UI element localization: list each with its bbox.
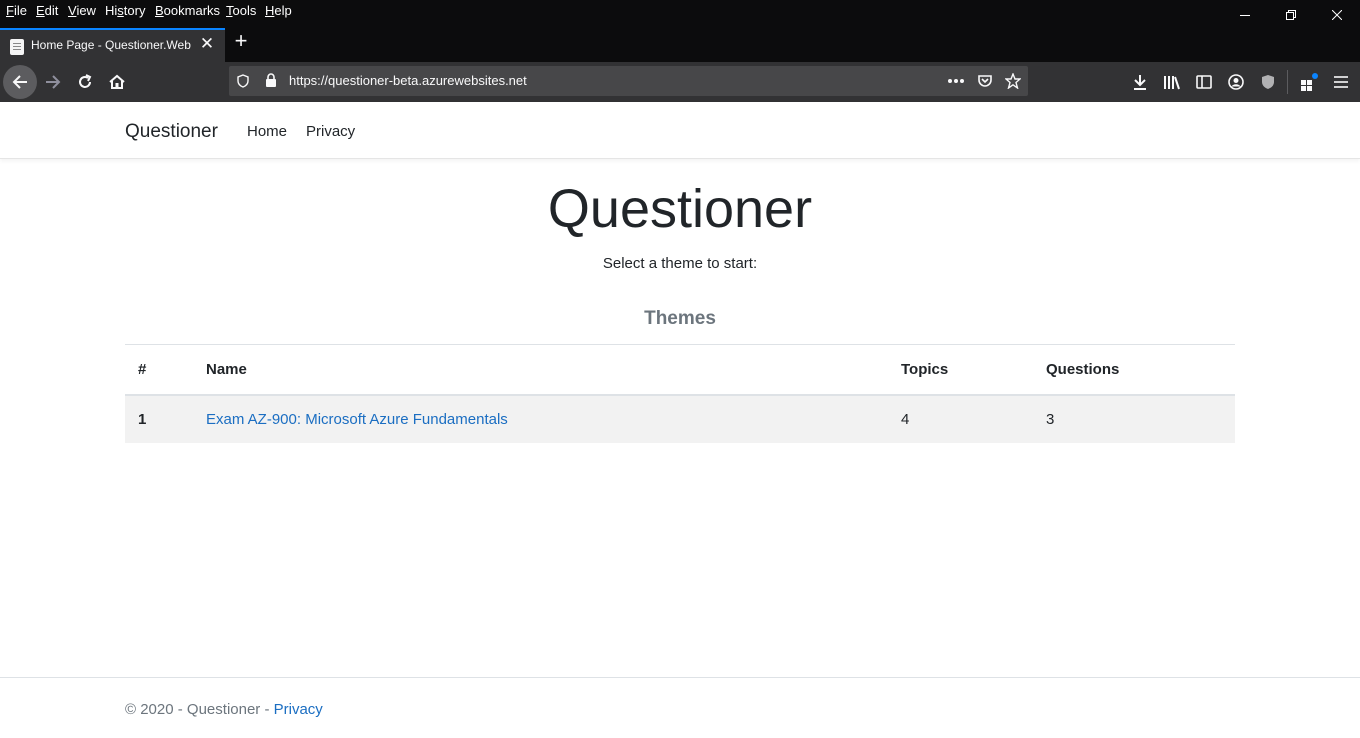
reload-icon (79, 74, 92, 88)
forward-button[interactable] (36, 65, 70, 99)
themes-heading: Themes (644, 308, 716, 329)
back-arrow-icon (12, 75, 27, 89)
forward-arrow-icon (46, 75, 61, 89)
menu-bookmarks[interactable]: Bookmarks (155, 3, 220, 18)
hamburger-menu-icon (1334, 76, 1348, 88)
site-navbar: Questioner Home Privacy (0, 102, 1360, 159)
theme-link[interactable]: Exam AZ-900: Microsoft Azure Fundamental… (206, 411, 508, 428)
page-subtitle: Select a theme to start: (602, 255, 758, 272)
column-header-number: # (125, 344, 193, 396)
url-text[interactable]: https://questioner-beta.azurewebsites.ne… (289, 73, 527, 88)
toolbar-separator (1287, 70, 1288, 94)
column-header-name: Name (193, 344, 888, 396)
menu-history[interactable]: History (105, 3, 145, 18)
extensions-icon (1301, 73, 1318, 91)
home-button[interactable] (100, 65, 134, 99)
tab-strip: Home Page - Questioner.Web ✕ + (0, 22, 1360, 62)
extension-shield-button[interactable] (1258, 72, 1278, 92)
column-header-topics: Topics (888, 344, 1033, 396)
footer-privacy-link[interactable]: Privacy (274, 701, 323, 718)
shield-icon (1262, 75, 1274, 89)
table-header-row: # Name Topics Questions (125, 344, 1235, 396)
account-button[interactable] (1226, 72, 1246, 92)
bookmark-star-icon[interactable] (1005, 73, 1021, 89)
url-bar[interactable]: https://questioner-beta.azurewebsites.ne… (229, 66, 1028, 96)
footer-text: © 2020 - Questioner - Privacy (125, 701, 323, 718)
page-icon (10, 39, 24, 55)
sidebar-button[interactable] (1194, 72, 1214, 92)
back-button[interactable] (3, 65, 37, 99)
nav-link-privacy[interactable]: Privacy (306, 123, 355, 140)
tab-home-page[interactable]: Home Page - Questioner.Web ✕ (0, 28, 225, 62)
nav-toolbar: https://questioner-beta.azurewebsites.ne… (0, 62, 1360, 102)
site-brand-link[interactable]: Questioner (125, 121, 218, 143)
row-name-cell: Exam AZ-900: Microsoft Azure Fundamental… (193, 395, 888, 443)
extensions-button[interactable] (1299, 72, 1319, 92)
reload-button[interactable] (68, 65, 102, 99)
themes-table: # Name Topics Questions 1 Exam AZ-900: M… (125, 344, 1235, 443)
column-header-questions: Questions (1033, 344, 1235, 396)
menu-edit[interactable]: Edit (36, 3, 58, 18)
new-tab-button[interactable]: + (228, 28, 254, 54)
nav-link-home[interactable]: Home (247, 123, 287, 140)
close-icon (1332, 10, 1342, 20)
tab-title: Home Page - Questioner.Web (31, 38, 191, 52)
page-actions-icon[interactable] (947, 78, 965, 84)
table-row: 1 Exam AZ-900: Microsoft Azure Fundament… (125, 394, 1235, 443)
tracking-shield-icon (237, 74, 249, 88)
lock-icon (266, 73, 276, 87)
library-icon (1164, 76, 1180, 90)
menu-help[interactable]: Help (265, 3, 292, 18)
app-menu-button[interactable] (1331, 72, 1351, 92)
page-footer: © 2020 - Questioner - Privacy (0, 677, 1360, 738)
minimize-icon (1240, 15, 1250, 16)
row-questions: 3 (1046, 410, 1055, 428)
pocket-icon[interactable] (977, 73, 993, 89)
download-icon (1134, 75, 1146, 90)
row-topics: 4 (901, 410, 910, 428)
downloads-button[interactable] (1130, 72, 1150, 92)
menu-tools[interactable]: Tools (226, 3, 256, 18)
sidebar-icon (1196, 75, 1212, 89)
footer-copyright: © 2020 - Questioner - (125, 701, 274, 718)
restore-icon (1286, 10, 1296, 20)
menu-file[interactable]: File (6, 3, 27, 18)
account-icon (1228, 74, 1244, 90)
page-title: Questioner (547, 179, 813, 239)
row-number: 1 (138, 410, 147, 428)
tab-close-icon[interactable]: ✕ (198, 35, 216, 53)
library-button[interactable] (1162, 72, 1182, 92)
menu-bar: File Edit View History Bookmarks Tools H… (0, 0, 1360, 22)
menu-view[interactable]: View (68, 3, 96, 18)
home-icon (109, 74, 125, 89)
